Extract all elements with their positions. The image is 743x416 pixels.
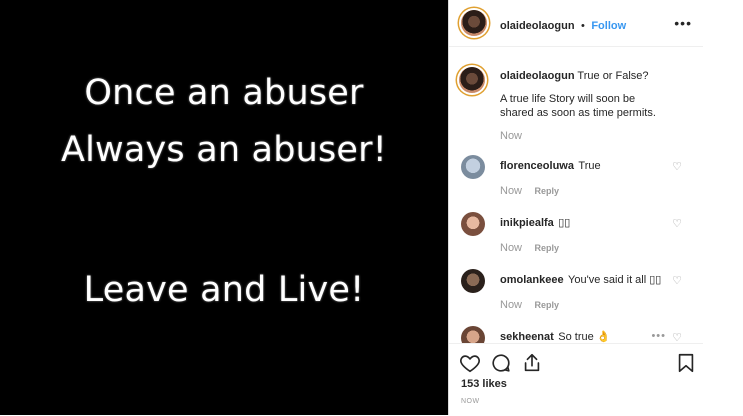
comment-avatar[interactable]: [461, 212, 485, 236]
comment-time: Now: [500, 185, 523, 197]
comment-username[interactable]: inikpiealfa: [500, 217, 554, 229]
comment-like-icon[interactable]: ♡: [672, 217, 682, 230]
comment-text: You've said it all ▯▯: [568, 274, 662, 286]
image-line-3: Leave and Live!: [83, 270, 365, 310]
bookmark-icon[interactable]: [675, 352, 697, 374]
reply-button[interactable]: Reply: [534, 300, 559, 310]
post-header: olaideolaogun • Follow •••: [449, 0, 704, 47]
caption-avatar[interactable]: [459, 67, 485, 93]
caption-username[interactable]: olaideolaogun: [500, 70, 575, 82]
comment-text: True: [578, 160, 601, 172]
post-image: Once an abuser Always an abuser! Leave a…: [0, 0, 448, 415]
image-line-1: Once an abuser: [84, 73, 364, 113]
heart-icon[interactable]: [459, 352, 481, 374]
avatar[interactable]: [461, 10, 487, 36]
comment-avatar[interactable]: [461, 269, 485, 293]
caption-time: Now: [500, 130, 523, 142]
share-icon[interactable]: [521, 352, 543, 374]
comment-like-icon[interactable]: ♡: [672, 274, 682, 287]
comment-item: inikpiealfa ▯▯ Now Reply ♡: [459, 210, 704, 260]
comments-list[interactable]: olaideolaogun True or False? A true life…: [449, 47, 704, 343]
comment-username[interactable]: omolankeee: [500, 274, 564, 286]
image-line-2: Always an abuser!: [60, 130, 387, 170]
post-timestamp: NOW: [461, 398, 480, 405]
comment-time: Now: [500, 242, 523, 254]
comment-like-icon[interactable]: ♡: [672, 331, 682, 343]
comment-item: omolankeee You've said it all ▯▯ Now Rep…: [459, 267, 704, 317]
comment-item: sekheenat So true 👌 ••• ♡: [459, 324, 704, 343]
caption-text: True or False?: [577, 70, 649, 82]
likes-count[interactable]: 153 likes: [461, 378, 507, 390]
comment-like-icon[interactable]: ♡: [672, 160, 682, 173]
header-user-line: olaideolaogun • Follow: [500, 16, 626, 34]
more-options-icon[interactable]: •••: [674, 15, 692, 31]
comment-text: So true 👌: [558, 331, 611, 343]
reply-button[interactable]: Reply: [534, 243, 559, 253]
comment-username[interactable]: sekheenat: [500, 331, 554, 343]
comment-username[interactable]: florenceoluwa: [500, 160, 574, 172]
reply-button[interactable]: Reply: [534, 186, 559, 196]
header-username[interactable]: olaideolaogun: [500, 20, 575, 32]
caption-body-text: A true life Story will soon be shared as…: [500, 93, 656, 119]
post-side-panel: olaideolaogun • Follow ••• olaideolaogun…: [448, 0, 704, 415]
header-separator: •: [581, 20, 585, 32]
comment-avatar[interactable]: [461, 155, 485, 179]
comment-icon[interactable]: [490, 352, 512, 374]
caption-body: olaideolaogun True or False? A true life…: [500, 70, 660, 142]
comment-more-icon[interactable]: •••: [651, 330, 666, 342]
comment-text: ▯▯: [558, 217, 571, 229]
comment-item: florenceoluwa True Now Reply ♡: [459, 153, 704, 203]
comment-time: Now: [500, 299, 523, 311]
follow-button[interactable]: Follow: [591, 20, 626, 32]
comment-avatar[interactable]: [461, 326, 485, 343]
page-margin: [703, 0, 743, 415]
